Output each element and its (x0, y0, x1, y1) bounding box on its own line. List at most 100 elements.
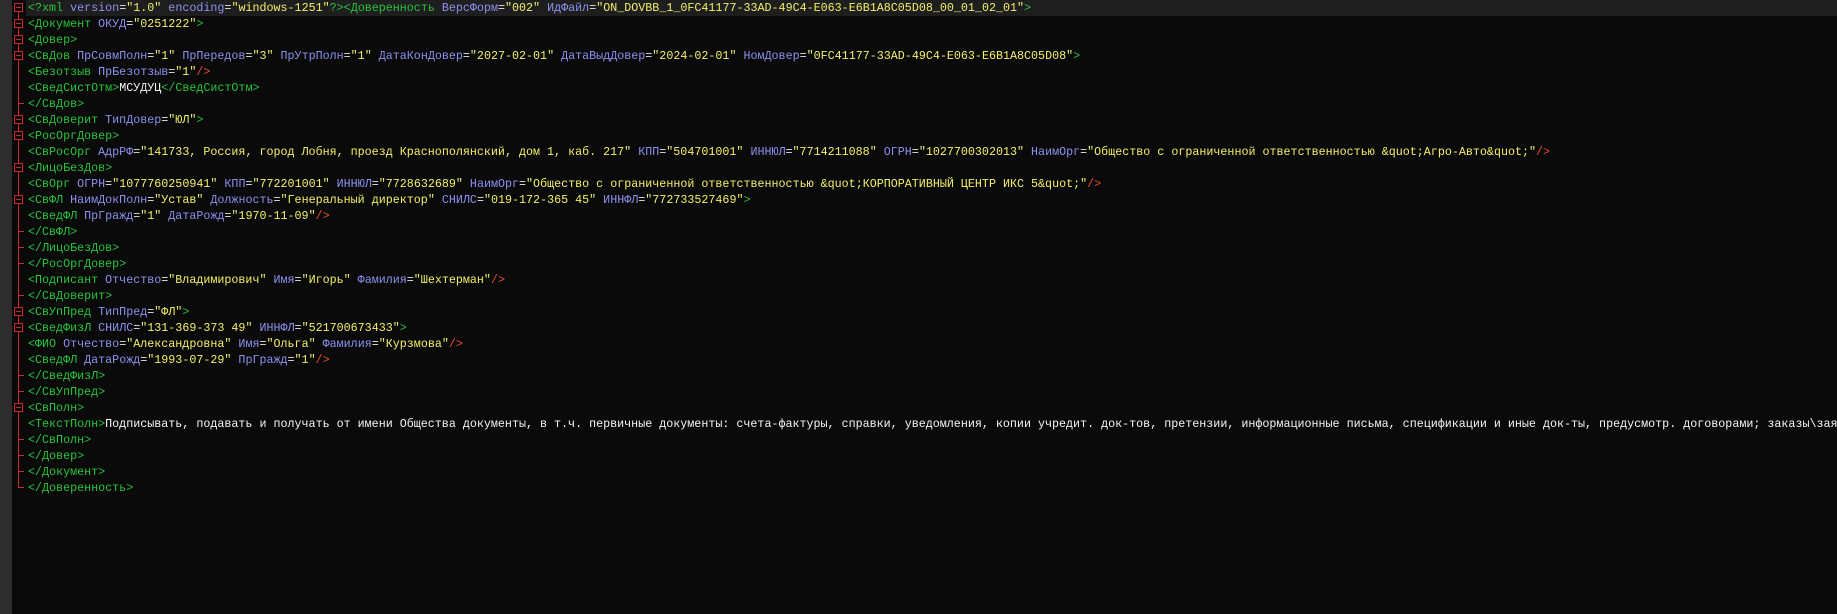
collapse-icon[interactable] (14, 307, 23, 316)
tag-bracket-token: > (70, 33, 78, 47)
code-line[interactable]: <ЛицоБезДов> (28, 160, 1837, 176)
collapse-icon[interactable] (14, 323, 23, 332)
attribute-value-token: "1970-11-09" (231, 209, 316, 223)
tag-name-token: СвДов (35, 49, 71, 63)
tag-bracket-token: > (105, 161, 113, 175)
collapse-icon[interactable] (14, 51, 23, 60)
attribute-value-token: "Шехтерман" (413, 273, 491, 287)
equals-token: = (476, 193, 484, 207)
fold-toggle[interactable] (0, 48, 26, 64)
code-line[interactable]: <СвДов ПрСовмПолн="1" ПрПередов="3" ПрУт… (28, 48, 1837, 64)
attribute-value-token: "0FC41177-33AD-49C4-E063-E6B1A8C05D08" (806, 49, 1074, 63)
code-line[interactable]: <СведФЛ ДатаРожд="1993-07-29" ПрГражд="1… (28, 352, 1837, 368)
code-line[interactable]: <Подписант Отчество="Владимирович" Имя="… (28, 272, 1837, 288)
fold-toggle[interactable] (0, 128, 26, 144)
code-line[interactable]: <СвФЛ НаимДокПолн="Устав" Должность="Ген… (28, 192, 1837, 208)
code-line[interactable]: <СвПолн> (28, 400, 1837, 416)
attribute-value-token: "504701001" (666, 145, 744, 159)
code-line[interactable]: <ТекстПолн>Подписывать, подавать и получ… (28, 416, 1837, 432)
self-closing-token: /> (315, 209, 330, 223)
attribute-value-token: "1" (175, 65, 197, 79)
code-line[interactable]: <Безотзыв ПрБезотзыв="1"/> (28, 64, 1837, 80)
code-line[interactable]: <СвРосОрг АдрРФ = "141733, Россия, город Л… (28, 144, 1837, 160)
tag-bracket-token: < (28, 17, 36, 31)
attribute-value-token: "Общество с ограниченной ответственность… (526, 177, 1088, 191)
code-line[interactable]: <СведСистОтм>МСУДУЦ</СведСистОтм> (28, 80, 1837, 96)
code-line[interactable]: </СвПолн> (28, 432, 1837, 448)
code-line[interactable]: </Довер> (28, 448, 1837, 464)
code-line[interactable]: <Довер> (28, 32, 1837, 48)
code-line[interactable]: </ЛицоБезДов> (28, 240, 1837, 256)
xml-editor[interactable]: <?xml version = "1.0" encoding = "windows-12… (0, 0, 1837, 614)
attribute-name-token: ПрГражд (231, 353, 288, 367)
fold-toggle[interactable] (0, 304, 26, 320)
code-line[interactable]: </СвУпПред> (28, 384, 1837, 400)
tag-name-token: РосОргДовер (42, 257, 120, 271)
code-line[interactable]: </СвДов> (28, 96, 1837, 112)
collapse-icon[interactable] (14, 35, 23, 44)
collapse-icon[interactable] (14, 19, 23, 28)
tag-name-token: Подписант (35, 273, 99, 287)
code-line[interactable]: <ФИО Отчество="Александровна" Имя="Ольга… (28, 336, 1837, 352)
collapse-icon[interactable] (14, 131, 23, 140)
code-line[interactable]: <СведФизЛ СНИЛС="131-369-373 49" ИННФЛ="… (28, 320, 1837, 336)
code-line[interactable]: </Доверенность> (28, 480, 1837, 496)
tag-name-token: СвДоверит (35, 113, 99, 127)
collapse-icon[interactable] (14, 3, 23, 12)
fold-guide-line (18, 96, 19, 112)
fold-toggle[interactable] (0, 320, 26, 336)
tag-name-token: СвУпПред (35, 305, 92, 319)
fold-end-tick (18, 247, 24, 248)
tag-bracket-token: </ (28, 481, 43, 495)
tag-bracket-token: > (98, 385, 106, 399)
fold-toggle[interactable] (0, 0, 26, 16)
collapse-icon[interactable] (14, 163, 23, 172)
collapse-icon[interactable] (14, 115, 23, 124)
tag-bracket-token: < (28, 81, 36, 95)
code-line[interactable]: <РосОргДовер> (28, 128, 1837, 144)
fold-toggle[interactable] (0, 112, 26, 128)
tag-name-token: СведФЛ (35, 353, 78, 367)
code-line[interactable]: <СведФЛ ПрГражд="1" ДатаРожд="1970-11-09… (28, 208, 1837, 224)
fold-guide-line (18, 256, 19, 272)
fold-toggle[interactable] (0, 32, 26, 48)
code-line[interactable]: </СвДоверит> (28, 288, 1837, 304)
tag-name-token: ФИО (35, 337, 57, 351)
text-content-token: МСУДУЦ (119, 81, 162, 95)
code-line[interactable]: </СвФЛ> (28, 224, 1837, 240)
attribute-name-token: КПП (631, 145, 660, 159)
tag-name-token: ТекстПолн (35, 417, 99, 431)
tag-name-token: СведФЛ (35, 209, 78, 223)
self-closing-token: /> (490, 273, 505, 287)
attribute-value-token: "7728632689" (378, 177, 463, 191)
code-line[interactable]: </СведФизЛ> (28, 368, 1837, 384)
fold-toggle[interactable] (0, 192, 26, 208)
attribute-value-token: "Генеральный директор" (280, 193, 435, 207)
code-line[interactable]: <?xml version="1.0" encoding="windows-12… (28, 0, 1837, 16)
self-closing-token: /> (315, 353, 330, 367)
fold-toggle[interactable] (0, 400, 26, 416)
code-line[interactable]: </Документ> (28, 464, 1837, 480)
tag-bracket-token: > (112, 129, 120, 143)
tag-bracket-token: > (252, 81, 260, 95)
code-line[interactable]: <СвОрг ОГРН = "1077760250941" КПП = "7722010… (28, 176, 1837, 192)
attribute-value-token: "Игорь" (301, 273, 351, 287)
code-line[interactable]: <СвУпПред ТипПред="ФЛ"> (28, 304, 1837, 320)
code-line[interactable]: <СвДоверит ТипДовер="ЮЛ"> (28, 112, 1837, 128)
code-lines[interactable]: <?xml version = "1.0" encoding = "windows-12… (28, 0, 1837, 496)
tag-bracket-token: > (126, 481, 134, 495)
equals-token: = (287, 353, 295, 367)
collapse-icon[interactable] (14, 195, 23, 204)
xml-declaration-token: ?> (329, 1, 344, 15)
tag-bracket-token: < (28, 417, 36, 431)
fold-toggle[interactable] (0, 160, 26, 176)
fold-guide-line (18, 288, 19, 304)
attribute-value-token: "131-369-373 49" (140, 321, 253, 335)
fold-guide-line (18, 432, 19, 448)
code-line[interactable]: </РосОргДовер> (28, 256, 1837, 272)
attribute-name-token: Фамилия (350, 273, 407, 287)
collapse-icon[interactable] (14, 403, 23, 412)
fold-toggle[interactable] (0, 16, 26, 32)
fold-guide-line (18, 240, 19, 256)
code-line[interactable]: <Документ ОКУД="0251222"> (28, 16, 1837, 32)
